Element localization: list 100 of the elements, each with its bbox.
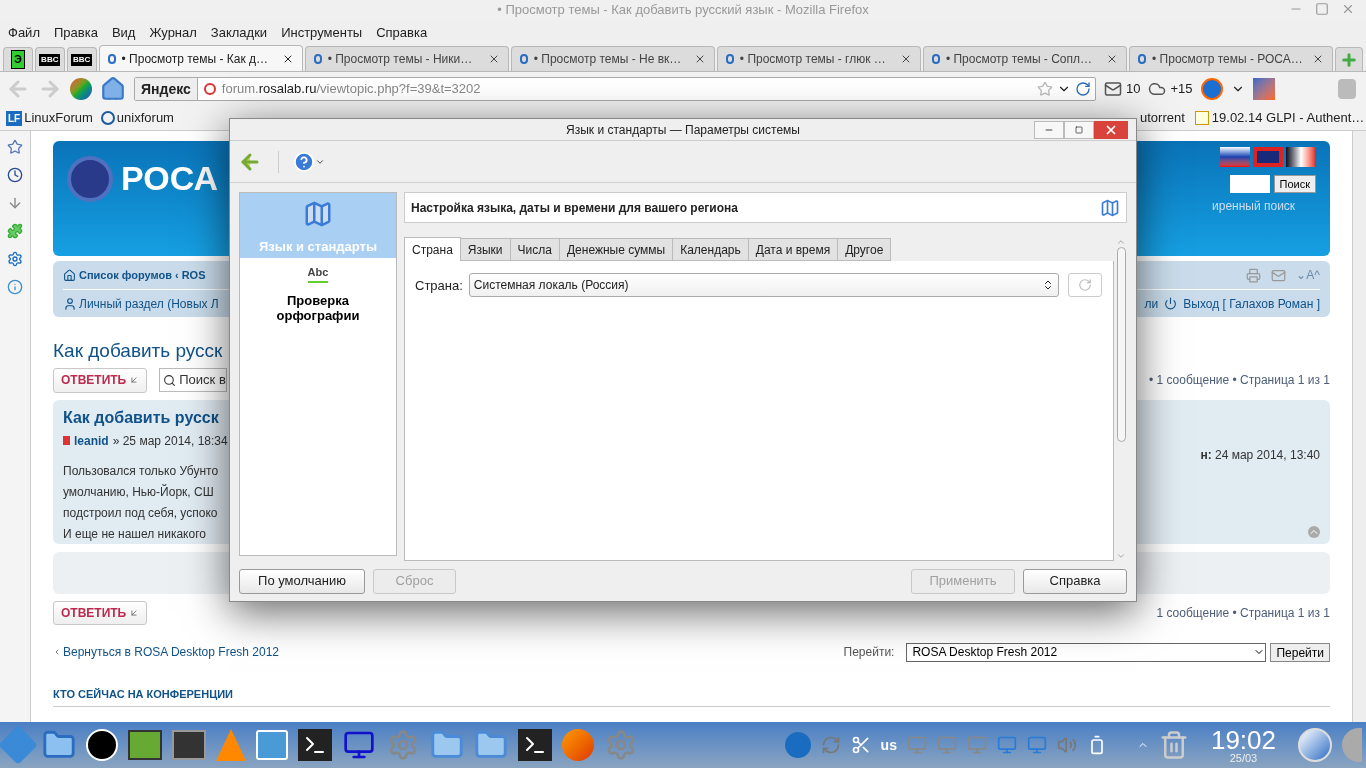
new-tab-button[interactable] (1335, 47, 1363, 71)
locale-select[interactable]: Системная локаль (Россия) (468, 273, 1059, 297)
site-icon (107, 53, 116, 64)
menu-item[interactable]: Файл (8, 22, 40, 43)
settings-tab[interactable]: Другое (838, 238, 892, 261)
bookmarks-icon[interactable] (7, 139, 23, 155)
dialog-button[interactable]: По умолчанию (239, 568, 365, 594)
flag-icon[interactable] (1286, 147, 1316, 167)
settings-tab[interactable]: Языки (460, 238, 511, 261)
home-icon[interactable] (100, 76, 126, 102)
pinned-tab[interactable]: BBC (34, 47, 65, 71)
scrollbar[interactable] (1115, 237, 1127, 561)
scrollbar[interactable] (1352, 131, 1366, 722)
browser-tab[interactable]: • Просмотр темы - Как д… (98, 45, 303, 71)
maximize-icon[interactable] (1064, 121, 1094, 139)
bookmark-link[interactable]: unixforum (100, 108, 174, 128)
back-link[interactable]: Вернуться в ROSA Desktop Fresh 2012 (63, 643, 279, 661)
addons-icon[interactable] (7, 223, 23, 239)
cloud-icon[interactable] (1148, 80, 1167, 98)
jump-button[interactable]: Перейти (1270, 642, 1330, 662)
download-icon[interactable] (7, 195, 23, 211)
menu-item[interactable]: Справка (376, 22, 428, 43)
browser-tab[interactable]: • Просмотр темы - Ники… (304, 46, 509, 71)
author-link[interactable]: leanid (74, 431, 109, 450)
nav-link[interactable]: ли (1144, 294, 1159, 313)
join-date: н: 24 мар 2014, 13:40 (1200, 446, 1320, 464)
menu-item[interactable]: Правка (53, 22, 98, 43)
weather-text: +15 (1170, 80, 1193, 99)
browser-tab[interactable]: • Просмотр темы - РОСА… (1129, 46, 1334, 71)
mail-icon[interactable] (1104, 80, 1122, 98)
reload-icon[interactable] (1075, 81, 1091, 97)
search-topic-field[interactable]: Поиск в (159, 368, 228, 392)
breadcrumb-link[interactable]: Список форумов (79, 266, 172, 284)
network-icon[interactable] (1026, 735, 1047, 755)
forum-select[interactable]: ROSA Desktop Fresh 2012 (906, 642, 1267, 662)
search-engine-label[interactable]: Яндекс (135, 78, 198, 100)
site-icon (1138, 54, 1147, 64)
close-icon[interactable] (1094, 121, 1128, 139)
minimize-icon[interactable] (1034, 121, 1064, 139)
info-icon[interactable] (7, 279, 23, 295)
network-icon[interactable] (996, 735, 1017, 755)
help-menu-button[interactable] (278, 150, 325, 173)
dialog-button[interactable]: Справка (1023, 568, 1127, 594)
arrow-icon (129, 375, 140, 385)
post-title: Как добавить русск (63, 407, 220, 428)
back-to-top-icon[interactable] (1308, 525, 1320, 538)
sync-icon[interactable] (820, 735, 841, 755)
print-icon[interactable] (1246, 267, 1262, 283)
address-bar[interactable]: Яндекс forum.rosalab.ru/viewtopic.php?f=39&t=3202 (134, 77, 1096, 101)
reset-field-button[interactable] (1067, 273, 1102, 297)
reply-button[interactable]: ОТВЕТИТЬ (53, 367, 148, 393)
pinned-tab[interactable]: BBC (66, 47, 97, 71)
scroll-up-icon (1116, 237, 1126, 247)
site-icon (203, 83, 216, 95)
bookmark-star-icon[interactable] (1037, 81, 1053, 97)
settings-tab[interactable]: Дата и время (748, 238, 839, 261)
terminal-icon[interactable] (518, 729, 552, 761)
post-text: умолчанию, Нью-Йорк, СШ (63, 483, 215, 501)
logout-link[interactable]: Выход [ Галахов Роман ] (1183, 294, 1320, 313)
search-button[interactable]: Поиск (1273, 175, 1316, 193)
app-icon[interactable] (86, 729, 118, 761)
browser-tab[interactable]: • Просмотр темы - глюк … (716, 46, 921, 71)
browser-tab[interactable]: • Просмотр темы - Сопл… (922, 46, 1128, 71)
video-player-icon[interactable] (128, 730, 162, 760)
settings-tab[interactable]: Денежные суммы (559, 238, 674, 261)
menu-item[interactable]: Инструменты (281, 22, 363, 43)
site-icon (313, 54, 322, 64)
reset-icon (1077, 278, 1092, 292)
menu-item[interactable]: Вид (111, 22, 136, 43)
flag-icon[interactable] (1220, 147, 1250, 167)
bookmark-link[interactable]: LF LinuxForum (6, 108, 93, 128)
breadcrumb-link[interactable]: ROS (181, 266, 206, 284)
jump-label: Перейти: (843, 644, 895, 661)
pinned-tab[interactable]: Э (3, 47, 33, 71)
planet-icon[interactable] (70, 78, 92, 100)
search-icon (163, 373, 177, 387)
personal-section-link[interactable]: Личный раздел (Новых Л (79, 294, 219, 313)
menu-item[interactable]: Журнал (149, 22, 197, 43)
browser-tab[interactable]: • Просмотр темы - Не вк… (510, 46, 715, 71)
settings-tab[interactable]: Числа (510, 238, 560, 261)
reply-button[interactable]: ОТВЕТИТЬ (53, 600, 148, 625)
scissors-icon[interactable] (850, 735, 871, 755)
pagination-text: 1 сообщение • Страница 1 из 1 (1156, 604, 1330, 622)
network-app-icon[interactable] (342, 729, 376, 761)
module-item[interactable]: Abc Проверка орфографии (240, 258, 396, 327)
settings-tab[interactable]: Страна (404, 237, 461, 261)
bookmark-link[interactable]: 19.02.14 GLPI - Authent… (1194, 108, 1365, 128)
history-icon[interactable] (7, 167, 23, 183)
terminal-icon[interactable] (298, 729, 332, 761)
monitor-app-icon[interactable] (256, 730, 288, 760)
breadcrumb-link[interactable]: ‹ (174, 266, 179, 284)
bookmark-link[interactable]: utorrent (1140, 108, 1185, 128)
settings-icon[interactable] (7, 251, 23, 267)
volume-icon[interactable] (1056, 735, 1077, 755)
system-monitor-icon[interactable] (172, 730, 206, 760)
pagination-text: • 1 сообщение • Страница 1 из 1 (1148, 372, 1330, 389)
menu-item[interactable]: Закладки (210, 22, 268, 43)
url-text: forum.rosalab.ru/viewtopic.php?f=39&t=3202 (221, 80, 482, 99)
search-field[interactable] (1229, 175, 1270, 193)
settings-tab[interactable]: Календарь (673, 238, 749, 261)
